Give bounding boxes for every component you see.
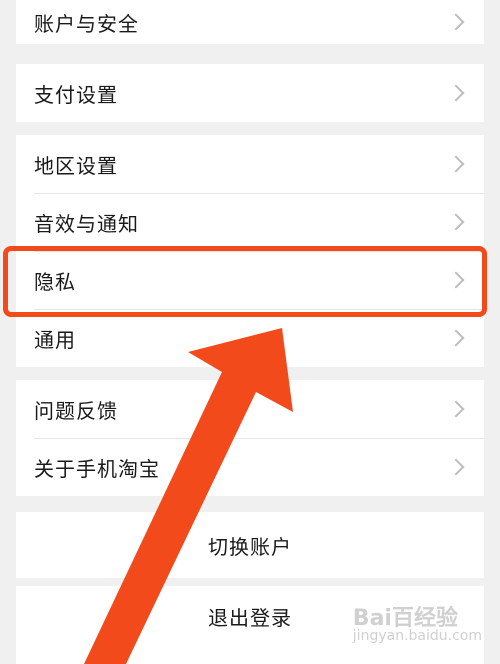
watermark-sub: jingyan.baidu.com bbox=[352, 628, 482, 644]
pointer-arrow-icon bbox=[84, 328, 293, 664]
settings-screen: 账户与安全 支付设置 地区设置 音效与通知 隐私 通用 问题反馈 关于手机淘宝 … bbox=[0, 0, 500, 664]
watermark: Bai百经验 jingyan.baidu.com bbox=[353, 600, 482, 644]
